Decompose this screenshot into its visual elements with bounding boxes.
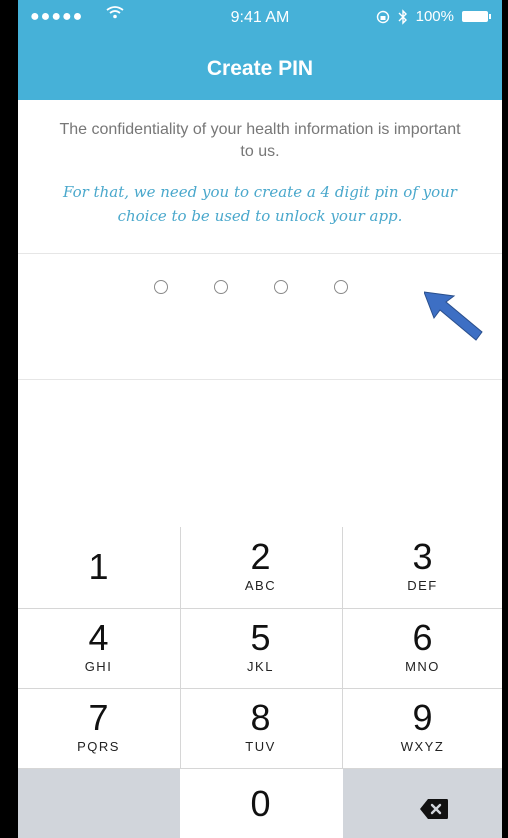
key-digit: 6 (412, 617, 433, 658)
phone-screen: ●●●●● 9:41 AM 100% Create PIN The confid… (18, 0, 502, 838)
key-digit: 8 (250, 697, 271, 738)
status-right-group: 100% (376, 8, 491, 25)
status-bar: ●●●●● 9:41 AM 100% (18, 0, 502, 40)
key-digit: 5 (250, 617, 271, 658)
key-letters: JKL (247, 659, 274, 674)
key-letters: ABC (244, 578, 277, 593)
divider (18, 379, 502, 380)
backspace-icon (420, 799, 448, 819)
key-letters: DEF (407, 578, 438, 593)
pin-dot (334, 280, 348, 294)
confidentiality-message: The confidentiality of your health infor… (59, 121, 461, 160)
key-digit: 2 (250, 536, 271, 577)
keypad-empty-cell (18, 769, 180, 838)
pointer-arrow-icon (424, 291, 483, 341)
key-digit: 4 (88, 617, 109, 658)
key-7[interactable]: 7 PQRS (18, 688, 179, 769)
key-5[interactable]: 5 JKL (180, 608, 341, 689)
key-digit: 7 (88, 697, 109, 738)
key-letters: WXYZ (400, 739, 445, 754)
key-letters: PQRS (77, 739, 120, 754)
header-bar: ●●●●● 9:41 AM 100% Create PIN (18, 0, 502, 100)
pin-dot (274, 280, 288, 294)
key-letters: GHI (84, 659, 113, 674)
battery-icon (462, 11, 491, 22)
key-6[interactable]: 6 MNO (342, 608, 502, 689)
key-digit: 0 (250, 783, 271, 824)
pin-dot (154, 280, 168, 294)
key-digit: 1 (88, 546, 109, 587)
key-1[interactable]: 1 (18, 527, 179, 608)
key-3[interactable]: 3 DEF (342, 527, 502, 608)
key-9[interactable]: 9 WXYZ (342, 688, 502, 769)
battery-percentage: 100% (415, 8, 454, 25)
pin-dot (214, 280, 228, 294)
numeric-keypad: 1 2 ABC 3 DEF 4 GHI 5 JKL 6 MNO 7 PQRS 8… (18, 527, 502, 838)
pin-instruction-message: For that, we need you to create a 4 digi… (63, 183, 457, 225)
bluetooth-icon (398, 8, 407, 25)
key-digit: 3 (412, 536, 433, 577)
pin-entry-indicator (154, 280, 348, 294)
key-4[interactable]: 4 GHI (18, 608, 179, 689)
key-0[interactable]: 0 (180, 769, 341, 838)
key-2[interactable]: 2 ABC (180, 527, 341, 608)
page-title: Create PIN (206, 57, 314, 80)
orientation-lock-icon (376, 10, 389, 23)
key-letters: MNO (405, 659, 440, 674)
divider (18, 253, 502, 254)
key-8[interactable]: 8 TUV (180, 688, 341, 769)
key-letters: TUV (245, 739, 276, 754)
key-digit: 9 (412, 697, 433, 738)
